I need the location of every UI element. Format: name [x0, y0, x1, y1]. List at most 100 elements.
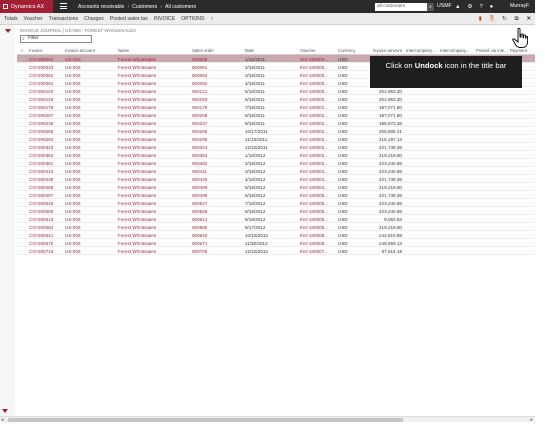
cell-name[interactable]: Forest Wholesales [118, 113, 156, 118]
cell-name[interactable]: Forest Wholesales [118, 121, 156, 126]
cell-invoice[interactable]: CIV-000584 [29, 225, 53, 230]
table-row[interactable]: CIV-000294 US-003 Forest Wholesales 000295 1… [17, 135, 535, 143]
cell-invoice-account[interactable]: US-003 [65, 225, 81, 230]
column-header-intercompany-2[interactable]: Intercompany... [440, 48, 469, 53]
column-header-sales-order[interactable]: Sales order [192, 48, 214, 53]
cell-invoice[interactable]: CIV-000381 [29, 161, 53, 166]
cell-invoice[interactable]: CIV-000323 [29, 145, 53, 150]
cell-voucher[interactable]: INV-100002... [300, 121, 328, 126]
scroll-right-icon[interactable]: ▸ [530, 417, 533, 423]
cell-name[interactable]: Forest Wholesales [118, 129, 156, 134]
cell-invoice-account[interactable]: US-003 [65, 249, 81, 254]
cell-voucher[interactable]: INV-100003... [300, 153, 328, 158]
cell-invoice[interactable]: CIV-000468 [29, 185, 53, 190]
cell-name[interactable]: Forest Wholesales [118, 73, 156, 78]
cell-name[interactable]: Forest Wholesales [118, 169, 156, 174]
column-header-intercompany-1[interactable]: Intercompany... [406, 48, 435, 53]
cell-name[interactable]: Forest Wholesales [118, 105, 156, 110]
cell-invoice[interactable]: CIV-000715 [29, 249, 53, 254]
cell-invoice[interactable]: CIV-000641 [29, 233, 53, 238]
cell-sales-order[interactable]: 000469 [192, 185, 207, 190]
cell-invoice[interactable]: CIV-000004 [29, 57, 53, 62]
cell-sales-order[interactable]: 000179 [192, 105, 207, 110]
cell-voucher[interactable]: INV-100003... [300, 161, 328, 166]
cell-invoice[interactable]: CIV-000613 [29, 217, 53, 222]
cell-sales-order[interactable]: 000440 [192, 177, 207, 182]
cell-voucher[interactable]: INV-100004... [300, 185, 328, 190]
cell-invoice-account[interactable]: US-003 [65, 129, 81, 134]
cell-name[interactable]: Forest Wholesales [118, 225, 156, 230]
cell-sales-order[interactable]: 000353 [192, 153, 207, 158]
cell-name[interactable]: Forest Wholesales [118, 145, 156, 150]
cell-voucher[interactable]: INV-100005... [300, 201, 328, 206]
tab-invoice[interactable]: INVOICE [154, 16, 175, 22]
search-icon[interactable]: ⌕ [427, 3, 434, 11]
office-icon[interactable]: ▮ [479, 16, 482, 22]
cell-sales-order[interactable]: 000642 [192, 233, 207, 238]
cell-invoice-account[interactable]: US-003 [65, 201, 81, 206]
settings-gear-icon[interactable]: ⚙ [468, 4, 473, 10]
cell-voucher[interactable]: INV-100001... [300, 105, 328, 110]
undock-icon[interactable]: ⧉ [515, 16, 519, 23]
column-header-posted-via[interactable]: Posted via inte... [476, 48, 508, 53]
cell-sales-order[interactable]: 000150 [192, 97, 207, 102]
cell-invoice-account[interactable]: US-003 [65, 121, 81, 126]
cell-invoice[interactable]: CIV-000236 [29, 121, 53, 126]
table-row[interactable]: CIV-000555 US-003 Forest Wholesales 000556 8… [17, 207, 535, 215]
cell-name[interactable]: Forest Wholesales [118, 137, 156, 142]
cell-invoice-account[interactable]: US-003 [65, 161, 81, 166]
action-transactions[interactable]: Transactions [49, 16, 79, 22]
user-name[interactable]: MurrayF [510, 0, 529, 13]
cell-sales-order[interactable]: 000324 [192, 145, 207, 150]
cell-sales-order[interactable]: 000121 [192, 89, 207, 94]
user-avatar-icon[interactable]: ● [490, 4, 493, 10]
cell-voucher[interactable]: INV-100006... [300, 233, 328, 238]
grid-filter-input[interactable]: ⌕ Filter [20, 35, 92, 43]
cell-sales-order[interactable]: 000237 [192, 121, 207, 126]
column-header-invoice-amount[interactable]: Invoice amount [373, 48, 402, 53]
cell-invoice[interactable]: CIV-000670 [29, 241, 53, 246]
cell-name[interactable]: Forest Wholesales [118, 97, 156, 102]
cell-invoice-account[interactable]: US-003 [65, 217, 81, 222]
cell-name[interactable]: Forest Wholesales [118, 193, 156, 198]
cell-invoice[interactable]: CIV-000555 [29, 209, 53, 214]
table-row[interactable]: CIV-000715 US-003 Forest Wholesales 000700 1… [17, 247, 535, 255]
cell-sales-order[interactable]: 000498 [192, 193, 207, 198]
scroll-left-icon[interactable]: ◂ [1, 417, 4, 423]
cell-name[interactable]: Forest Wholesales [118, 89, 156, 94]
close-icon[interactable]: ✕ [526, 16, 531, 22]
cell-voucher[interactable]: INV-100000... [300, 89, 328, 94]
cell-voucher[interactable]: INV-100000... [300, 97, 328, 102]
cell-invoice[interactable]: CIV-000091 [29, 81, 53, 86]
expand-details-icon[interactable] [2, 409, 8, 413]
column-header-voucher[interactable]: Voucher [300, 48, 316, 53]
cell-sales-order[interactable]: 000061 [192, 65, 207, 70]
cell-invoice-account[interactable]: US-003 [65, 105, 81, 110]
cell-sales-order[interactable]: 000063 [192, 73, 207, 78]
breadcrumb-module[interactable]: Accounts receivable [78, 4, 124, 10]
table-row[interactable]: CIV-000584 US-003 Forest Wholesales 000585 9… [17, 223, 535, 231]
cell-sales-order[interactable]: 000671 [192, 241, 207, 246]
cell-name[interactable]: Forest Wholesales [118, 177, 156, 182]
cell-voucher[interactable]: INV-100003... [300, 145, 328, 150]
cell-invoice-account[interactable]: US-003 [65, 145, 81, 150]
cell-voucher[interactable]: INV-100007... [300, 249, 328, 254]
table-row[interactable]: CIV-000381 US-003 Forest Wholesales 000382 2… [17, 159, 535, 167]
cell-invoice[interactable]: CIV-000526 [29, 201, 53, 206]
cell-name[interactable]: Forest Wholesales [118, 153, 156, 158]
horizontal-scrollbar[interactable]: ◂ ▸ [0, 416, 535, 423]
cell-name[interactable]: Forest Wholesales [118, 185, 156, 190]
app-launcher[interactable]: Dynamics AX [0, 0, 53, 13]
cell-sales-order[interactable]: 000295 [192, 137, 207, 142]
column-header-invoice[interactable]: Invoice [29, 48, 43, 53]
cell-invoice-account[interactable]: US-003 [65, 73, 81, 78]
cell-voucher[interactable]: INV-100005... [300, 217, 328, 222]
cell-voucher[interactable]: INV-100000... [300, 81, 328, 86]
cell-voucher[interactable]: INV-100005... [300, 193, 328, 198]
hamburger-menu-icon[interactable] [60, 3, 67, 10]
table-row[interactable]: CIV-000497 US-003 Forest Wholesales 000498 6… [17, 191, 535, 199]
table-row[interactable]: CIV-000265 US-003 Forest Wholesales 000266 1… [17, 127, 535, 135]
table-row[interactable]: CIV-000236 US-003 Forest Wholesales 000237 9… [17, 119, 535, 127]
tab-options[interactable]: OPTIONS [181, 16, 204, 22]
column-header-invoice-account[interactable]: Invoice account [65, 48, 95, 53]
